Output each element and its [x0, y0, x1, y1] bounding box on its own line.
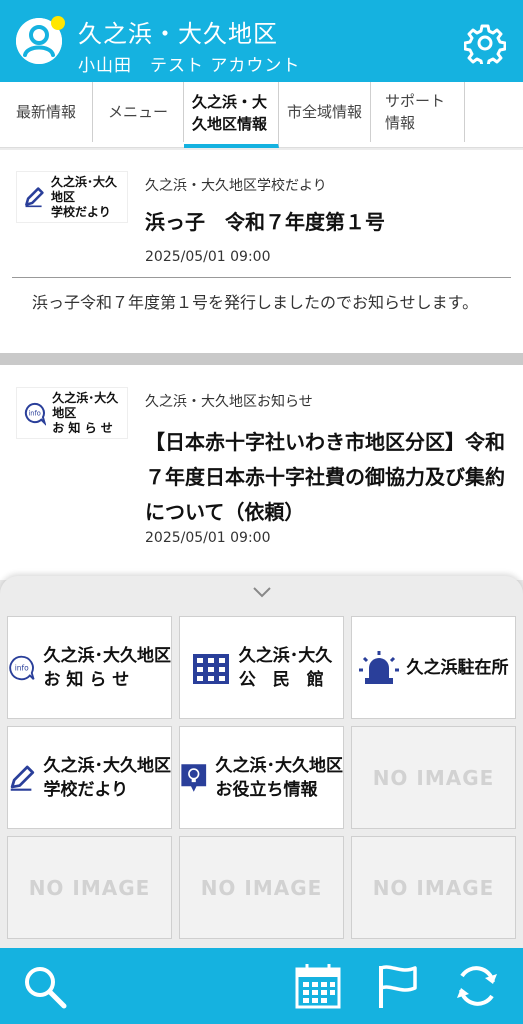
tab-label: 久之浜・大久地区情報	[192, 93, 268, 133]
news-card[interactable]: info 久之浜･大久地区 お 知 ら せ 久之浜・大久地区お知らせ 【日本赤十…	[0, 365, 523, 580]
tile-label-line1: 久之浜･大久地区	[43, 755, 172, 776]
post-body: 浜っ子令和７年度第１号を発行しましたのでお知らせします。	[32, 293, 479, 312]
no-image-label: NO IMAGE	[200, 875, 323, 900]
building-icon	[192, 653, 229, 684]
tile-community-center[interactable]: 久之浜･大久 公 民 館	[179, 616, 344, 719]
tile-no-image[interactable]: NO IMAGE	[179, 836, 344, 939]
page-title: 久之浜・大久地区	[78, 20, 278, 48]
tile-police-box[interactable]: 久之浜駐在所	[351, 616, 516, 719]
refresh-icon[interactable]	[453, 962, 501, 1010]
tile-label-line1: 久之浜･大久地区	[215, 755, 344, 776]
search-icon[interactable]	[20, 962, 68, 1010]
tile-no-image[interactable]: NO IMAGE	[351, 726, 516, 829]
thumb-label-line2: 学校だより	[50, 204, 111, 219]
thumb-label-line2: お 知 ら せ	[52, 420, 113, 435]
tile-label-line2: お役立ち情報	[215, 779, 318, 800]
post-category: 久之浜・大久地区学校だより	[145, 178, 327, 194]
bottom-toolbar	[0, 948, 523, 1024]
card-separator	[0, 353, 523, 365]
tile-label-line2: 公 民 館	[238, 669, 324, 690]
flag-icon[interactable]	[375, 962, 423, 1010]
tile-label-line1: 久之浜･大久地区	[43, 645, 172, 666]
tab-bar: 最新情報 メニュー 久之浜・大久地区情報 市全域情報 サポート情報	[0, 82, 523, 148]
tile-no-image[interactable]: NO IMAGE	[351, 836, 516, 939]
post-title: 浜っ子 令和７年度第１号	[145, 210, 385, 234]
tile-school-news[interactable]: 久之浜･大久地区 学校だより	[7, 726, 172, 829]
tab-label: サポート情報	[385, 92, 446, 132]
account-name: 小山田 テスト アカウント	[78, 56, 301, 76]
tile-no-image[interactable]: NO IMAGE	[7, 836, 172, 939]
tile-label-line2: お 知 ら せ	[43, 669, 130, 690]
tile-district-notice[interactable]: info 久之浜･大久地区 お 知 ら せ	[7, 616, 172, 719]
notification-dot	[51, 16, 65, 30]
tile-label-line2: 学校だより	[43, 779, 129, 800]
pencil-icon	[10, 765, 35, 791]
tab-menu[interactable]: メニュー	[93, 82, 184, 142]
svg-text:info: info	[28, 409, 40, 417]
shortcut-sheet: info 久之浜･大久地区 お 知 ら せ 久之浜･大久 公 民 館 久之浜駐在…	[0, 576, 523, 948]
divider	[12, 277, 511, 278]
no-image-label: NO IMAGE	[28, 875, 151, 900]
lightbulb-icon	[181, 763, 207, 792]
news-card[interactable]: 久之浜･大久地区 学校だより 久之浜・大久地区学校だより 浜っ子 令和７年度第１…	[0, 150, 523, 353]
thumb-label-line1: 久之浜･大久地区	[52, 390, 119, 420]
news-feed: 久之浜･大久地区 学校だより 久之浜・大久地区学校だより 浜っ子 令和７年度第１…	[0, 150, 523, 580]
gear-icon[interactable]	[464, 22, 506, 64]
siren-icon	[358, 650, 399, 684]
no-image-label: NO IMAGE	[372, 875, 495, 900]
thumb-label-line1: 久之浜･大久地区	[50, 174, 117, 204]
post-thumbnail: info 久之浜･大久地区 お 知 ら せ	[16, 387, 128, 439]
post-title: 【日本赤十字社いわき市地区分区】令和７年度日本赤十字社費の御協力及び集約について…	[145, 430, 505, 524]
tile-label-line1: 久之浜駐在所	[406, 657, 509, 678]
tab-district-info[interactable]: 久之浜・大久地区情報	[184, 82, 279, 148]
info-icon: info	[9, 655, 35, 680]
no-image-label: NO IMAGE	[372, 765, 495, 790]
post-category: 久之浜・大久地区お知らせ	[145, 394, 313, 410]
chevron-down-icon[interactable]	[251, 584, 273, 600]
tab-latest[interactable]: 最新情報	[0, 82, 93, 142]
tile-label-line1: 久之浜･大久	[238, 645, 333, 666]
tab-city-info[interactable]: 市全域情報	[279, 82, 371, 142]
tile-useful-info[interactable]: 久之浜･大久地区 お役立ち情報	[179, 726, 344, 829]
calendar-icon[interactable]	[294, 962, 342, 1010]
svg-text:info: info	[15, 663, 29, 672]
post-date: 2025/05/01 09:00	[145, 249, 271, 265]
tab-label: 市全域情報	[287, 103, 363, 121]
user-avatar-icon[interactable]	[16, 16, 65, 64]
pencil-icon	[25, 187, 44, 208]
tab-label: 最新情報	[15, 103, 76, 121]
tab-support[interactable]: サポート情報	[371, 82, 465, 142]
shortcut-grid: info 久之浜･大久地区 お 知 ら せ 久之浜･大久 公 民 館 久之浜駐在…	[7, 616, 516, 939]
post-thumbnail: 久之浜･大久地区 学校だより	[16, 171, 128, 223]
tab-label: メニュー	[107, 103, 168, 121]
post-date: 2025/05/01 09:00	[145, 530, 271, 546]
app-header: 久之浜・大久地区 小山田 テスト アカウント	[0, 0, 523, 82]
info-icon: info	[24, 402, 47, 427]
